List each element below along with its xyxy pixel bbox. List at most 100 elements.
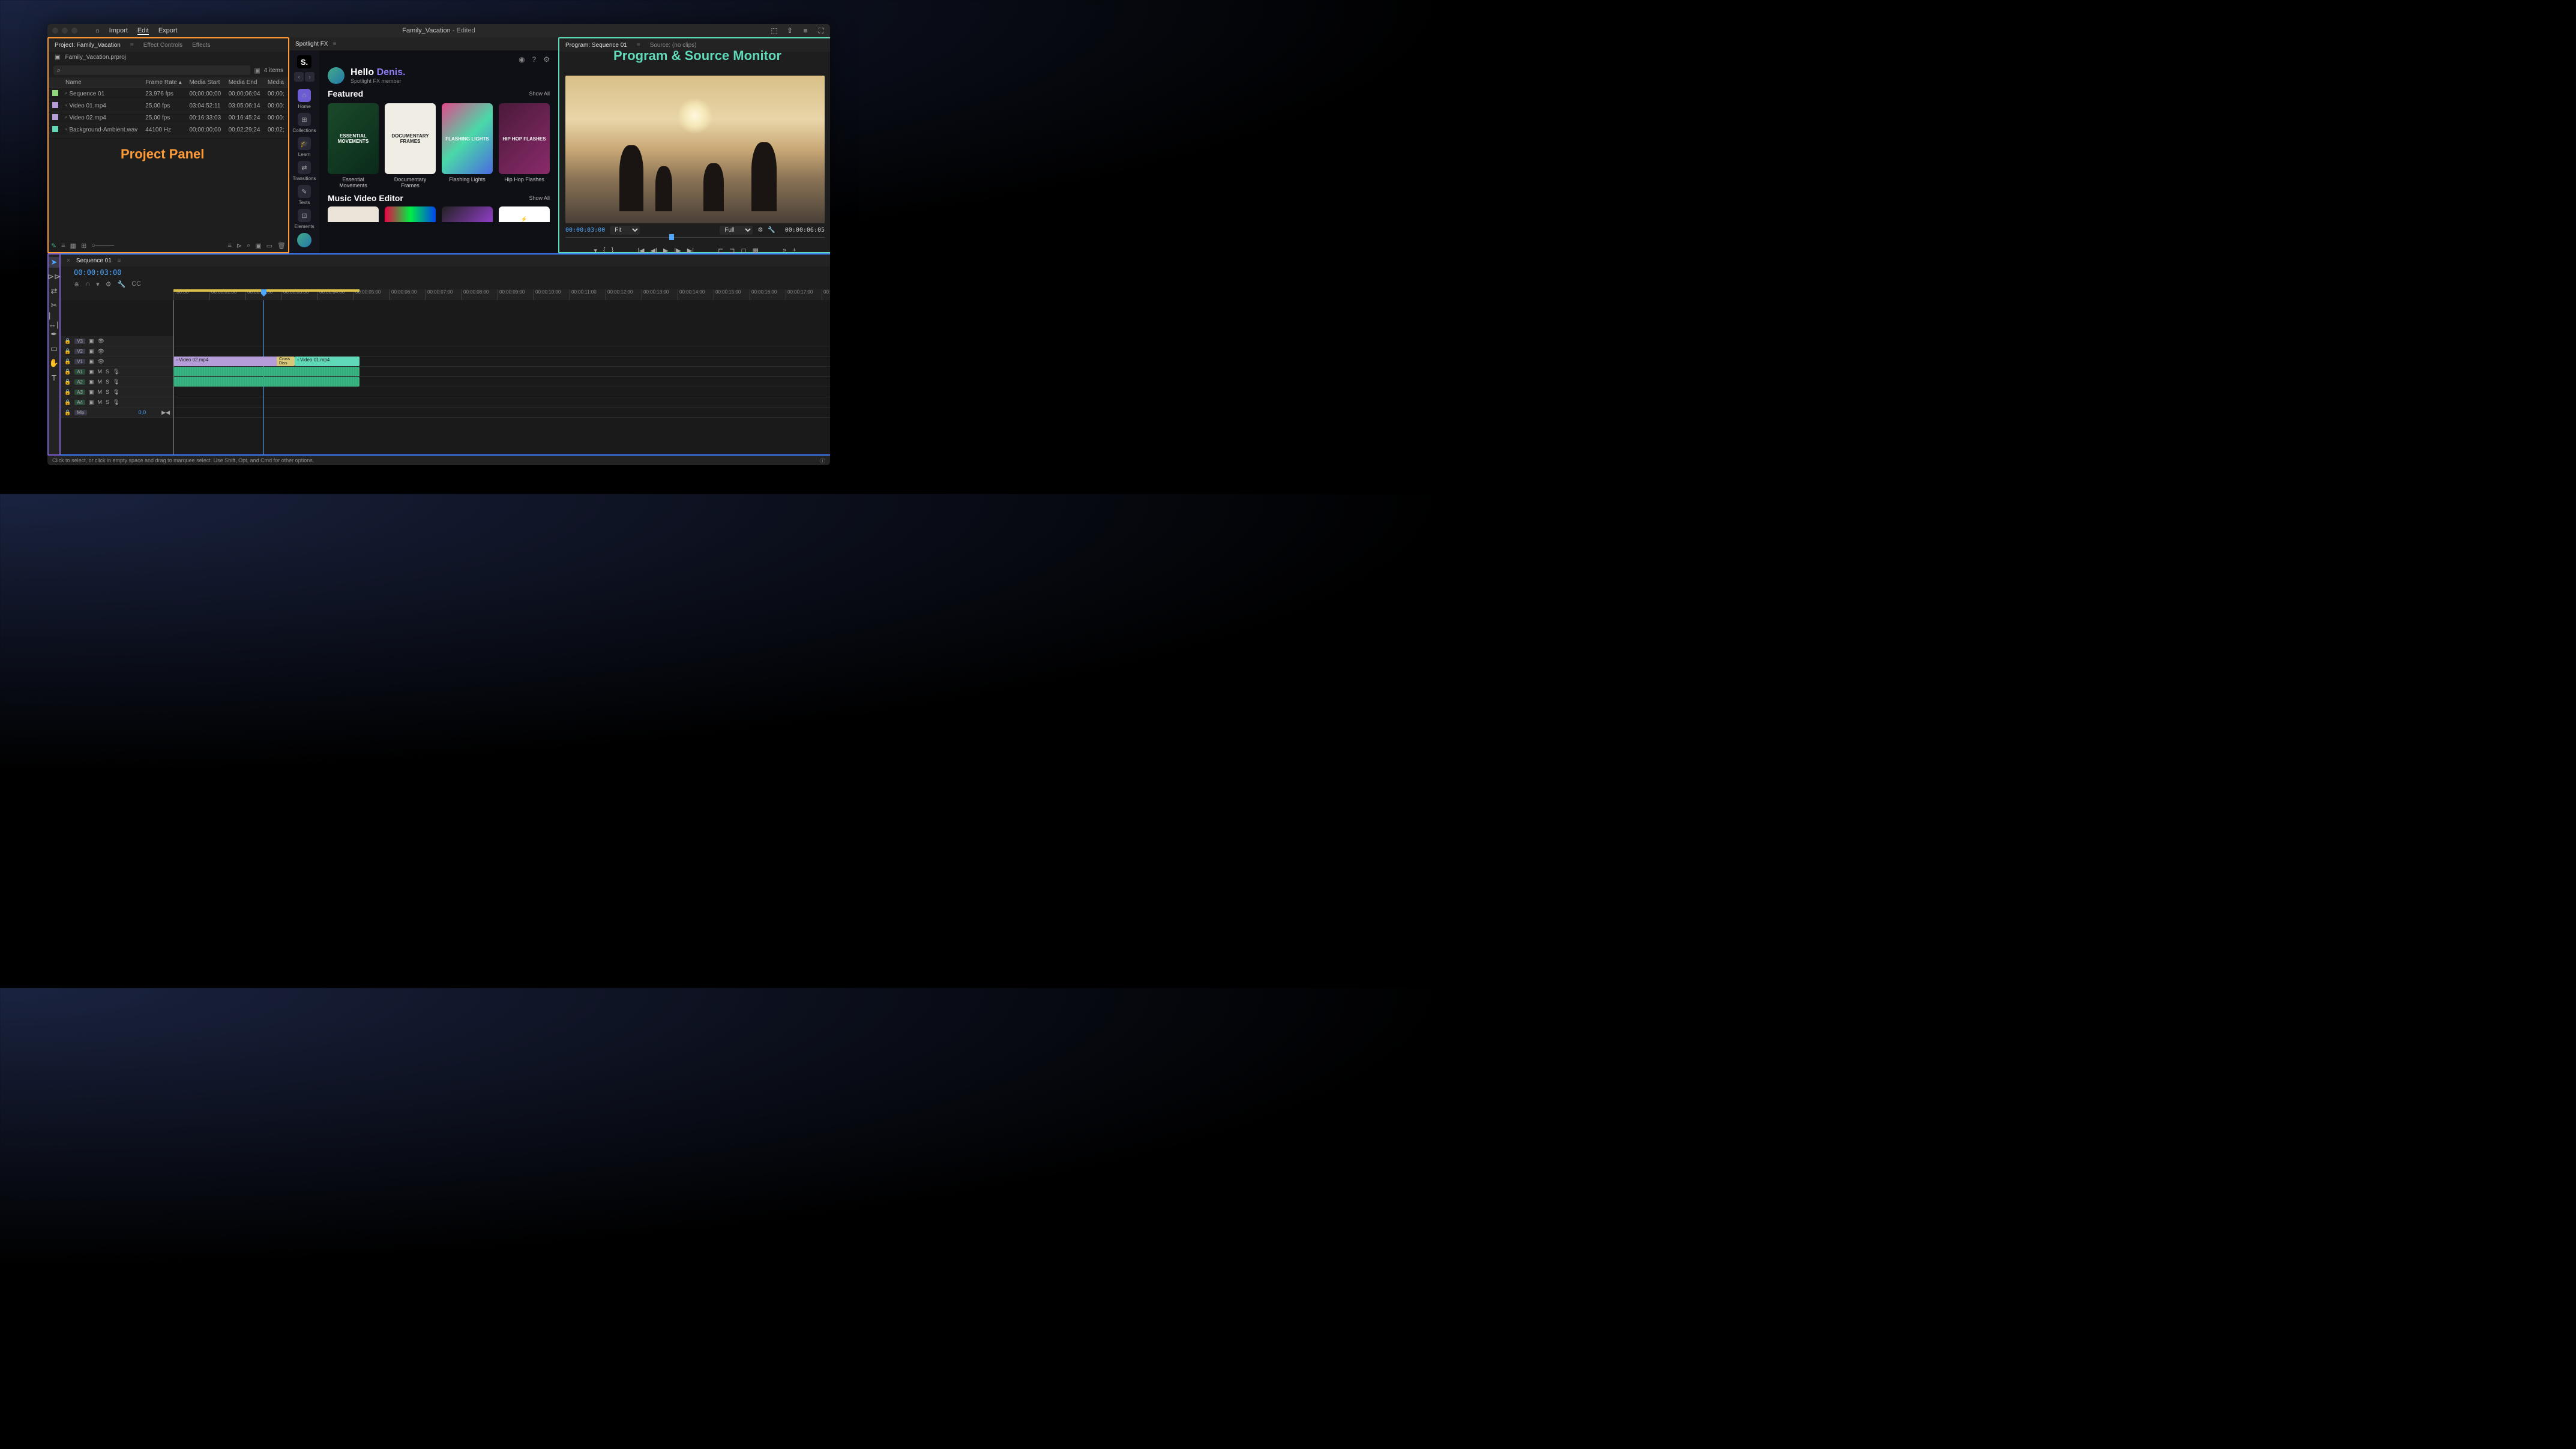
- featured-card[interactable]: HIP HOP FLASHESHip Hop Flashes: [499, 103, 550, 188]
- timeline-tracks: 🔒V3▣👁🔒V2▣👁🔒V1▣👁▫ Video 02.mp4Cross Diss▫…: [61, 300, 830, 454]
- tab-program[interactable]: Program: Sequence 01: [565, 42, 627, 49]
- col-media[interactable]: Media: [264, 77, 288, 88]
- spotlight-logo[interactable]: S.: [297, 55, 311, 68]
- audio-track[interactable]: 🔒A4▣MS🎙: [61, 397, 830, 408]
- wrench-icon[interactable]: 🔧: [768, 227, 775, 233]
- menu-edit[interactable]: Edit: [137, 27, 149, 35]
- zoom-slider[interactable]: ○────: [91, 242, 114, 249]
- maximize-dot[interactable]: [71, 28, 77, 34]
- marker-icon[interactable]: ▾: [96, 280, 100, 288]
- hand-tool-icon[interactable]: ✋: [49, 358, 59, 369]
- bin-icon[interactable]: ▣: [254, 67, 260, 74]
- video-track[interactable]: 🔒V1▣👁▫ Video 02.mp4Cross Diss▫ Video 01.…: [61, 357, 830, 367]
- selection-tool-icon[interactable]: ➤: [49, 257, 59, 268]
- audio-track[interactable]: 🔒A3▣MS🎙: [61, 387, 830, 397]
- sidebar-item-home[interactable]: ⌂Home: [292, 89, 316, 109]
- col-framerate[interactable]: Frame Rate ▴: [142, 77, 185, 88]
- tab-spotlight[interactable]: Spotlight FX: [295, 41, 328, 47]
- user-avatar[interactable]: [328, 67, 345, 84]
- menubar: ⌂ Import Edit Export: [95, 27, 178, 35]
- audio-track[interactable]: 🔒A1▣MS🎙: [61, 367, 830, 377]
- tab-effects[interactable]: Effects: [192, 42, 210, 49]
- rectangle-tool-icon[interactable]: ▭: [49, 343, 59, 354]
- status-text: Click to select, or click in empty space…: [52, 457, 314, 463]
- sidebar-item-learn[interactable]: 🎓Learn: [292, 137, 316, 157]
- type-tool-icon[interactable]: T: [49, 372, 59, 383]
- sidebar-item-collections[interactable]: ⊞Collections: [292, 113, 316, 133]
- pen-tool-icon[interactable]: ✒: [49, 329, 59, 340]
- ripple-edit-tool-icon[interactable]: ⇄: [49, 286, 59, 297]
- quick-export-icon[interactable]: ⬚: [770, 26, 778, 35]
- project-filename[interactable]: Family_Vacation.prproj: [65, 54, 126, 61]
- info-icon[interactable]: ⓘ: [820, 457, 825, 465]
- table-row[interactable]: ▫ Video 01.mp425,00 fps03:04:52:1103:05:…: [49, 100, 288, 112]
- user-avatar-small[interactable]: [297, 233, 311, 247]
- zoom-select[interactable]: Fit: [610, 226, 640, 235]
- customize-button[interactable]: ⚡Customize: [499, 206, 550, 222]
- featured-showall[interactable]: Show All: [529, 91, 550, 97]
- tab-project[interactable]: Project: Family_Vacation: [55, 42, 121, 49]
- help-icon[interactable]: ?: [532, 55, 537, 64]
- sidebar-item-elements[interactable]: ⊡Elements: [292, 209, 316, 229]
- automate-icon[interactable]: ⊳: [236, 242, 242, 250]
- sort-icon[interactable]: ≡: [227, 242, 231, 249]
- fullscreen-icon[interactable]: ⛶: [817, 26, 825, 35]
- video-track[interactable]: 🔒V2▣👁: [61, 346, 830, 357]
- list-view-icon[interactable]: ≡: [61, 242, 65, 249]
- program-ruler[interactable]: [565, 237, 825, 244]
- nav-forward-icon[interactable]: ›: [305, 72, 314, 82]
- tab-source[interactable]: Source: (no clips): [650, 42, 697, 49]
- mve-card-2[interactable]: [385, 206, 436, 222]
- program-video-frame[interactable]: [565, 76, 825, 223]
- settings-icon[interactable]: ⚙: [106, 280, 112, 288]
- nav-back-icon[interactable]: ‹: [294, 72, 304, 82]
- table-row[interactable]: ▫ Sequence 0123,976 fps00;00;00;0000;00;…: [49, 88, 288, 100]
- razor-tool-icon[interactable]: ✂: [49, 300, 59, 311]
- col-name[interactable]: Name: [62, 77, 142, 88]
- table-row[interactable]: ▫ Video 02.mp425,00 fps00:16:33:0300:16:…: [49, 112, 288, 124]
- menu-import[interactable]: Import: [109, 27, 128, 34]
- minimize-dot[interactable]: [62, 28, 68, 34]
- timeline-tc[interactable]: 00:00:03:00: [74, 268, 121, 277]
- mve-card-3[interactable]: [442, 206, 493, 222]
- find-icon[interactable]: ⌕: [247, 242, 250, 250]
- wrench-icon[interactable]: 🔧: [118, 280, 126, 288]
- timeline-ruler[interactable]: :00:0000:00:01:0000:00:02:0000:00:03:000…: [173, 289, 830, 300]
- tab-effect-controls[interactable]: Effect Controls: [143, 42, 182, 49]
- audio-track[interactable]: 🔒A2▣MS🎙: [61, 377, 830, 387]
- linked-selection-icon[interactable]: ∩: [85, 280, 90, 288]
- sidebar-item-transitions[interactable]: ⇄Transitions: [292, 161, 316, 181]
- tab-sequence[interactable]: Sequence 01: [76, 258, 112, 264]
- freeform-view-icon[interactable]: ⊞: [81, 242, 86, 250]
- sidebar-item-texts[interactable]: ✎Texts: [292, 185, 316, 205]
- mve-showall[interactable]: Show All: [529, 195, 550, 201]
- discord-icon[interactable]: ◉: [519, 55, 525, 64]
- new-item-icon2[interactable]: ▭: [266, 242, 272, 250]
- new-bin-icon[interactable]: ▣: [255, 242, 261, 250]
- cc-icon[interactable]: CC: [131, 280, 141, 288]
- featured-card[interactable]: ESSENTIAL MOVEMENTSEssential Movements: [328, 103, 379, 188]
- trash-icon[interactable]: 🗑: [277, 242, 286, 250]
- menu-export[interactable]: Export: [158, 27, 178, 34]
- workspace-icon[interactable]: ≡: [801, 26, 810, 35]
- slip-tool-icon[interactable]: |↔|: [49, 315, 59, 325]
- col-media-start[interactable]: Media Start: [185, 77, 224, 88]
- settings-icon[interactable]: ⚙: [757, 227, 763, 233]
- track-select-tool-icon[interactable]: ⊳⊳: [49, 271, 59, 282]
- mve-card-1[interactable]: [328, 206, 379, 222]
- resolution-select[interactable]: Full: [720, 226, 753, 235]
- close-dot[interactable]: [52, 28, 58, 34]
- featured-card[interactable]: DOCUMENTARY FRAMESDocumentary Frames: [385, 103, 436, 188]
- snap-icon[interactable]: ⋇: [74, 280, 79, 288]
- col-media-end[interactable]: Media End: [225, 77, 264, 88]
- project-search-input[interactable]: [53, 65, 250, 75]
- new-item-icon[interactable]: ✎: [51, 242, 56, 250]
- video-track[interactable]: 🔒V3▣👁: [61, 336, 830, 346]
- share-icon[interactable]: ⇧: [786, 26, 794, 35]
- home-icon[interactable]: ⌂: [95, 27, 100, 34]
- table-row[interactable]: ▫ Background-Ambient.wav44100 Hz00;00;00…: [49, 124, 288, 136]
- program-tc-left[interactable]: 00:00:03:00: [565, 227, 605, 233]
- settings-icon[interactable]: ⚙: [543, 55, 550, 64]
- featured-card[interactable]: FLASHING LIGHTSFlashing Lights: [442, 103, 493, 188]
- icon-view-icon[interactable]: ▦: [70, 242, 76, 250]
